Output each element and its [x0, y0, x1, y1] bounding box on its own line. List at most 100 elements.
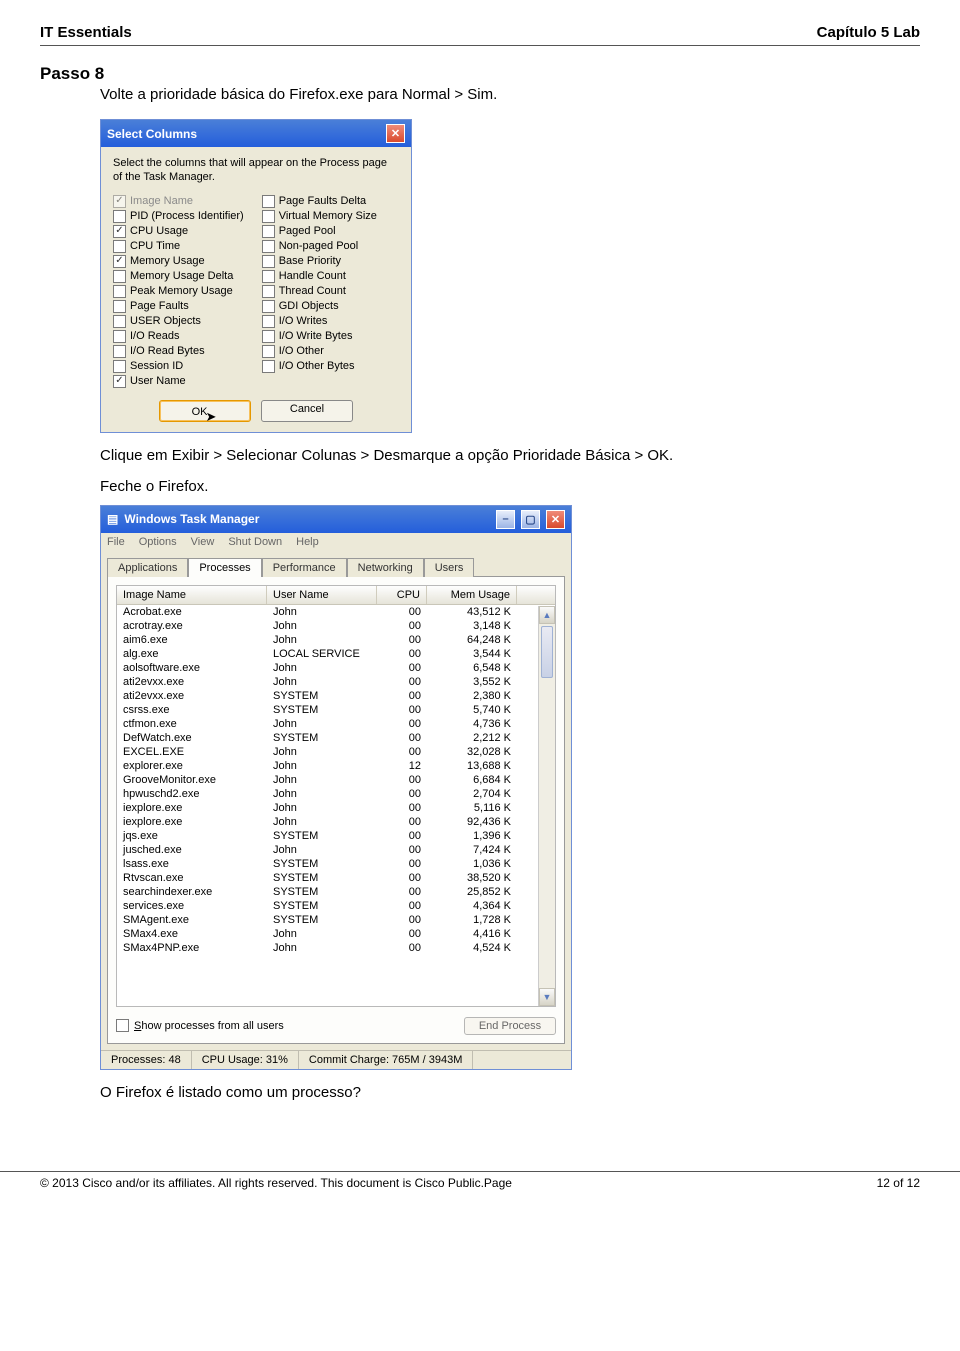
scroll-up-icon[interactable]: ▲	[539, 606, 555, 624]
col-image-name[interactable]: Image Name	[117, 586, 267, 604]
checkbox-option[interactable]: Session ID	[113, 360, 244, 373]
checkbox-option[interactable]: USER Objects	[113, 315, 244, 328]
checkbox-icon[interactable]	[113, 330, 126, 343]
table-row[interactable]: aolsoftware.exeJohn006,548 K	[117, 661, 555, 675]
window-titlebar[interactable]: ▤ Windows Task Manager – ▢ ✕	[101, 506, 571, 533]
checkbox-option[interactable]: Thread Count	[262, 285, 377, 298]
tab-processes[interactable]: Processes	[188, 558, 261, 577]
scrollbar[interactable]: ▲ ▼	[538, 606, 555, 1006]
dialog-titlebar[interactable]: Select Columns ✕	[101, 120, 411, 147]
table-row[interactable]: ati2evxx.exeJohn003,552 K	[117, 675, 555, 689]
checkbox-icon[interactable]	[116, 1019, 129, 1032]
checkbox-option[interactable]: I/O Read Bytes	[113, 345, 244, 358]
checkbox-option[interactable]: ✓Memory Usage	[113, 255, 244, 268]
tab-networking[interactable]: Networking	[347, 558, 424, 577]
checkbox-option[interactable]: I/O Write Bytes	[262, 330, 377, 343]
checkbox-icon[interactable]	[262, 285, 275, 298]
checkbox-icon[interactable]	[262, 240, 275, 253]
table-row[interactable]: SMax4.exeJohn004,416 K	[117, 927, 555, 941]
checkbox-icon[interactable]: ✓	[113, 255, 126, 268]
checkbox-option[interactable]: I/O Other	[262, 345, 377, 358]
cancel-button[interactable]: Cancel	[261, 400, 353, 422]
table-row[interactable]: GrooveMonitor.exeJohn006,684 K	[117, 773, 555, 787]
col-cpu[interactable]: CPU	[377, 586, 427, 604]
checkbox-icon[interactable]	[113, 315, 126, 328]
menu-item[interactable]: Shut Down	[228, 536, 282, 548]
table-row[interactable]: csrss.exeSYSTEM005,740 K	[117, 703, 555, 717]
close-icon[interactable]: ✕	[386, 124, 405, 143]
checkbox-option[interactable]: I/O Writes	[262, 315, 377, 328]
checkbox-icon[interactable]	[262, 270, 275, 283]
table-row[interactable]: searchindexer.exeSYSTEM0025,852 K	[117, 885, 555, 899]
close-icon[interactable]: ✕	[546, 510, 565, 529]
table-row[interactable]: Rtvscan.exeSYSTEM0038,520 K	[117, 871, 555, 885]
table-row[interactable]: hpwuschd2.exeJohn002,704 K	[117, 787, 555, 801]
checkbox-option[interactable]: Memory Usage Delta	[113, 270, 244, 283]
checkbox-option[interactable]: Handle Count	[262, 270, 377, 283]
table-row[interactable]: alg.exeLOCAL SERVICE003,544 K	[117, 647, 555, 661]
checkbox-option[interactable]: Non-paged Pool	[262, 240, 377, 253]
table-row[interactable]: jqs.exeSYSTEM001,396 K	[117, 829, 555, 843]
table-row[interactable]: ctfmon.exeJohn004,736 K	[117, 717, 555, 731]
checkbox-option[interactable]: GDI Objects	[262, 300, 377, 313]
checkbox-icon[interactable]	[262, 195, 275, 208]
end-process-button[interactable]: End Process	[464, 1017, 556, 1035]
table-row[interactable]: lsass.exeSYSTEM001,036 K	[117, 857, 555, 871]
table-row[interactable]: EXCEL.EXEJohn0032,028 K	[117, 745, 555, 759]
checkbox-option[interactable]: Peak Memory Usage	[113, 285, 244, 298]
checkbox-icon[interactable]	[113, 240, 126, 253]
checkbox-icon[interactable]	[262, 210, 275, 223]
checkbox-option[interactable]: PID (Process Identifier)	[113, 210, 244, 223]
checkbox-icon[interactable]	[262, 345, 275, 358]
table-row[interactable]: iexplore.exeJohn005,116 K	[117, 801, 555, 815]
checkbox-option[interactable]: I/O Other Bytes	[262, 360, 377, 373]
table-row[interactable]: DefWatch.exeSYSTEM002,212 K	[117, 731, 555, 745]
checkbox-icon[interactable]: ✓	[113, 375, 126, 388]
scroll-thumb[interactable]	[541, 626, 553, 678]
checkbox-icon[interactable]	[113, 285, 126, 298]
checkbox-option[interactable]: Page Faults Delta	[262, 195, 377, 208]
table-row[interactable]: services.exeSYSTEM004,364 K	[117, 899, 555, 913]
checkbox-icon[interactable]	[262, 225, 275, 238]
menu-item[interactable]: Options	[139, 536, 177, 548]
checkbox-icon[interactable]	[113, 360, 126, 373]
ok-button[interactable]: OK➤	[159, 400, 251, 422]
checkbox-icon[interactable]	[113, 210, 126, 223]
table-row[interactable]: Acrobat.exeJohn0043,512 K	[117, 605, 555, 619]
maximize-icon[interactable]: ▢	[521, 510, 540, 529]
checkbox-option[interactable]: Virtual Memory Size	[262, 210, 377, 223]
col-user-name[interactable]: User Name	[267, 586, 377, 604]
show-all-users-checkbox[interactable]: Show processes from all users	[116, 1019, 284, 1032]
table-row[interactable]: iexplore.exeJohn0092,436 K	[117, 815, 555, 829]
checkbox-option[interactable]: ✓CPU Usage	[113, 225, 244, 238]
table-row[interactable]: aim6.exeJohn0064,248 K	[117, 633, 555, 647]
minimize-icon[interactable]: –	[496, 510, 515, 529]
menu-item[interactable]: Help	[296, 536, 319, 548]
table-row[interactable]: acrotray.exeJohn003,148 K	[117, 619, 555, 633]
checkbox-option[interactable]: Base Priority	[262, 255, 377, 268]
checkbox-option[interactable]: I/O Reads	[113, 330, 244, 343]
menu-item[interactable]: View	[191, 536, 215, 548]
scroll-down-icon[interactable]: ▼	[539, 988, 555, 1006]
table-row[interactable]: ati2evxx.exeSYSTEM002,380 K	[117, 689, 555, 703]
checkbox-option[interactable]: Paged Pool	[262, 225, 377, 238]
checkbox-option[interactable]: CPU Time	[113, 240, 244, 253]
menu-item[interactable]: File	[107, 536, 125, 548]
table-row[interactable]: SMAgent.exeSYSTEM001,728 K	[117, 913, 555, 927]
checkbox-option[interactable]: Page Faults	[113, 300, 244, 313]
checkbox-icon[interactable]	[262, 255, 275, 268]
checkbox-icon[interactable]: ✓	[113, 225, 126, 238]
tab-performance[interactable]: Performance	[262, 558, 347, 577]
col-mem-usage[interactable]: Mem Usage	[427, 586, 517, 604]
checkbox-icon[interactable]	[262, 315, 275, 328]
checkbox-icon[interactable]	[262, 300, 275, 313]
table-row[interactable]: SMax4PNP.exeJohn004,524 K	[117, 941, 555, 955]
checkbox-icon[interactable]	[113, 300, 126, 313]
checkbox-icon[interactable]	[113, 345, 126, 358]
checkbox-icon[interactable]	[113, 270, 126, 283]
checkbox-icon[interactable]	[262, 360, 275, 373]
tab-applications[interactable]: Applications	[107, 558, 188, 577]
tab-users[interactable]: Users	[424, 558, 475, 577]
table-row[interactable]: explorer.exeJohn1213,688 K	[117, 759, 555, 773]
checkbox-icon[interactable]	[262, 330, 275, 343]
